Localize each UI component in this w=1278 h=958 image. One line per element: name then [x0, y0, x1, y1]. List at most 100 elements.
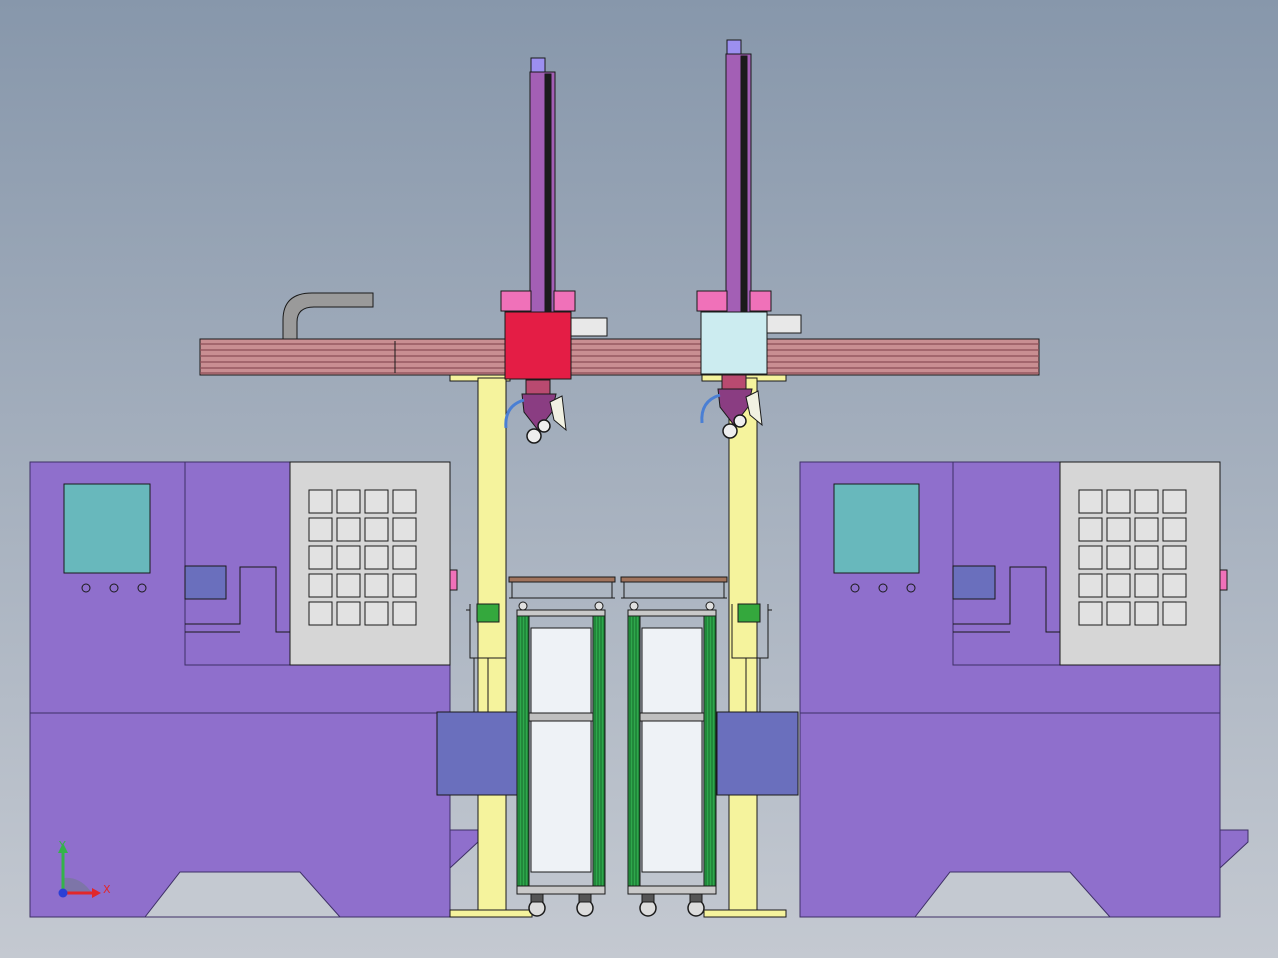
column-left: [477, 377, 507, 914]
tray-right: [620, 576, 728, 583]
column-right: [728, 377, 758, 914]
robot-right-pink-block-r: [749, 290, 772, 312]
lathe-right-key-r3-c2[interactable]: [1106, 545, 1131, 570]
lathe-right-key-r1-c1[interactable]: [1078, 489, 1103, 514]
lathe-left-key-r5-c2[interactable]: [336, 601, 361, 626]
lathe-left-key-r3-c2[interactable]: [336, 545, 361, 570]
gripper-right-flange: [721, 374, 747, 390]
lathe-left-key-r1-c1[interactable]: [308, 489, 333, 514]
lathe-left-key-r3-c3[interactable]: [364, 545, 389, 570]
cart-right-panel-lower: [641, 719, 703, 873]
lathe-left-key-r1-c3[interactable]: [364, 489, 389, 514]
gripper-left-jaw-1: [526, 428, 542, 444]
robot-right-motor: [766, 314, 802, 334]
roller-left-body: [476, 603, 500, 623]
robot-right-arm-cap[interactable]: [726, 39, 742, 55]
lathe-right-key-r4-c4[interactable]: [1162, 573, 1187, 598]
lathe-right-key-r4-c1[interactable]: [1078, 573, 1103, 598]
gripper-left-flange: [525, 379, 551, 395]
cart-right-top-rail: [627, 609, 717, 617]
lathe-left-key-r4-c3[interactable]: [364, 573, 389, 598]
robot-left-pink-block-l: [500, 290, 532, 312]
cart-left-crossbar: [528, 712, 594, 722]
cart-left-bracket-1: [518, 601, 528, 611]
lathe-right-key-r3-c3[interactable]: [1134, 545, 1159, 570]
chuck-guard-right: [716, 711, 799, 796]
gantry-robot-assembly-drawing[interactable]: X Y: [0, 0, 1278, 958]
lathe-left-door: [184, 461, 291, 666]
lathe-right-screen: [833, 483, 920, 574]
triad-y-label: Y: [58, 839, 66, 852]
lathe-right-key-r5-c4[interactable]: [1162, 601, 1187, 626]
lathe-left-key-r1-c4[interactable]: [392, 489, 417, 514]
lathe-left-key-r2-c3[interactable]: [364, 517, 389, 542]
roller-right-body: [737, 603, 761, 623]
lathe-right-key-r4-c3[interactable]: [1134, 573, 1159, 598]
cart-left-bracket-2: [594, 601, 604, 611]
lathe-right-key-r3-c1[interactable]: [1078, 545, 1103, 570]
cart-right-panel-upper: [641, 627, 703, 715]
cart-right-caster-fork-1: [641, 893, 655, 903]
lathe-right-key-r2-c4[interactable]: [1162, 517, 1187, 542]
cart-left-panel-upper: [530, 627, 592, 715]
cad-viewport[interactable]: X Y: [0, 0, 1278, 958]
cart-right-crossbar: [639, 712, 705, 722]
lathe-left-door-handle[interactable]: [449, 569, 458, 591]
lathe-right-key-r5-c3[interactable]: [1134, 601, 1159, 626]
lathe-right-key-r3-c4[interactable]: [1162, 545, 1187, 570]
cart-right-caster-fork-2: [689, 893, 703, 903]
cart-right-bottom-rail: [627, 885, 717, 895]
lathe-left-key-r5-c1[interactable]: [308, 601, 333, 626]
lathe-left-spindle: [184, 565, 227, 600]
tray-left: [508, 576, 616, 583]
lathe-left-key-r2-c1[interactable]: [308, 517, 333, 542]
lathe-left-screen: [63, 483, 151, 574]
column-right-foot: [703, 909, 787, 918]
gripper-right-jaw-1: [722, 423, 738, 439]
lathe-right-key-r2-c1[interactable]: [1078, 517, 1103, 542]
cart-left-caster-fork-1: [530, 893, 544, 903]
lathe-right-key-r1-c2[interactable]: [1106, 489, 1131, 514]
robot-right-carriage[interactable]: [700, 311, 768, 375]
lathe-left-key-r5-c3[interactable]: [364, 601, 389, 626]
lathe-left-key-r2-c4[interactable]: [392, 517, 417, 542]
lathe-left-key-r4-c4[interactable]: [392, 573, 417, 598]
cart-left-caster-fork-2: [578, 893, 592, 903]
lathe-left-key-r5-c4[interactable]: [392, 601, 417, 626]
lathe-right-key-r4-c2[interactable]: [1106, 573, 1131, 598]
lathe-right-key-r2-c2[interactable]: [1106, 517, 1131, 542]
robot-left-pink-block-r: [553, 290, 576, 312]
robot-left-carriage[interactable]: [504, 311, 572, 380]
lathe-right[interactable]: [799, 461, 1249, 918]
cart-left-panel-lower: [530, 719, 592, 873]
lathe-right-key-r2-c3[interactable]: [1134, 517, 1159, 542]
lathe-left[interactable]: [29, 461, 458, 918]
lathe-left-key-r4-c1[interactable]: [308, 573, 333, 598]
robot-right-pink-block-l: [696, 290, 728, 312]
cart-right-bracket-1: [629, 601, 639, 611]
lathe-right-key-r5-c1[interactable]: [1078, 601, 1103, 626]
lathe-left-key-r2-c2[interactable]: [336, 517, 361, 542]
robot-left-motor: [570, 317, 608, 337]
lathe-left-key-r1-c2[interactable]: [336, 489, 361, 514]
gripper-left-jaw-2: [537, 419, 551, 433]
robot-left-arm-dark-strip: [544, 73, 552, 319]
lathe-left-key-r3-c4[interactable]: [392, 545, 417, 570]
lathe-right-key-r1-c4[interactable]: [1162, 489, 1187, 514]
cart-right-bracket-2: [705, 601, 715, 611]
robot-left-arm-cap[interactable]: [530, 57, 546, 73]
chuck-guard-left: [436, 711, 518, 796]
cart-left-bottom-rail: [516, 885, 606, 895]
lathe-right-key-r5-c2[interactable]: [1106, 601, 1131, 626]
triad-x-label: X: [103, 883, 111, 896]
lathe-right-door: [952, 461, 1061, 666]
column-left-foot: [449, 909, 533, 918]
lathe-right-key-r1-c3[interactable]: [1134, 489, 1159, 514]
gripper-right-jaw-2: [733, 414, 747, 428]
cart-left-top-rail: [516, 609, 606, 617]
lathe-right-spindle: [952, 565, 996, 600]
lathe-right-door-handle[interactable]: [1219, 569, 1228, 591]
lathe-left-key-r3-c1[interactable]: [308, 545, 333, 570]
lathe-left-key-r4-c2[interactable]: [336, 573, 361, 598]
triad-origin: [58, 888, 68, 898]
